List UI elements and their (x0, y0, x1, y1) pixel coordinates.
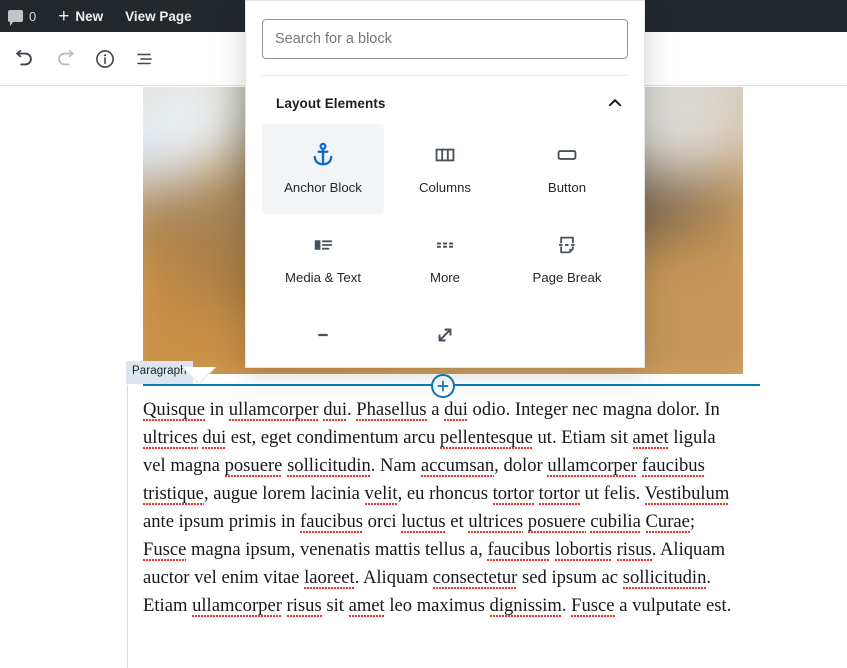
block-item-label: Anchor Block (284, 180, 362, 195)
block-inserter-popover: Layout Elements Anchor Block (245, 0, 645, 368)
block-left-border (127, 385, 128, 668)
redo-icon (58, 49, 74, 65)
comment-count: 0 (29, 8, 37, 24)
popover-arrow (178, 367, 222, 383)
separator-icon (310, 318, 336, 352)
info-icon (96, 49, 114, 68)
plus-icon: + (58, 5, 70, 27)
block-item-label: Page Break (532, 270, 602, 285)
spacer-icon (432, 318, 458, 352)
admin-bar-new[interactable]: + New (47, 0, 114, 32)
list-view-icon (137, 53, 152, 64)
more-icon (432, 228, 458, 262)
admin-bar-view-page-label: View Page (125, 8, 192, 24)
admin-bar-comments[interactable]: 0 (0, 0, 47, 32)
undo-button[interactable] (7, 41, 43, 77)
list-view-button[interactable] (127, 41, 163, 77)
paragraph-text[interactable]: Quisque in ullamcorper dui. Phasellus a … (143, 396, 739, 620)
panel-title: Layout Elements (276, 95, 386, 111)
block-item-more[interactable]: More (384, 214, 506, 304)
block-item-label: Media & Text (285, 270, 361, 285)
columns-icon (432, 138, 458, 172)
wordpress-block-editor: 0 + New View Page Paragraph Quisque in u… (0, 0, 847, 668)
block-type-grid: Anchor Block Columns Button Media & Text… (246, 124, 644, 360)
comment-bubble-icon (8, 10, 23, 26)
plus-circle-icon (437, 380, 449, 392)
anchor-icon (309, 138, 337, 172)
block-item-label: More (429, 270, 461, 285)
content-info-button[interactable] (87, 41, 123, 77)
block-item-label: Columns (418, 180, 472, 195)
block-item-label: Button (547, 180, 587, 195)
block-item-button[interactable]: Button (506, 124, 628, 214)
block-item-anchor-block[interactable]: Anchor Block (262, 124, 384, 214)
block-item-separator[interactable] (262, 304, 384, 360)
block-item-empty[interactable] (506, 304, 628, 360)
admin-bar-view-page[interactable]: View Page (114, 0, 203, 32)
block-item-media-text[interactable]: Media & Text (262, 214, 384, 304)
chevron-up-icon[interactable] (604, 92, 626, 114)
search-input[interactable] (262, 19, 628, 59)
page-break-icon (554, 228, 580, 262)
paragraph-block[interactable]: Paragraph Quisque in ullamcorper dui. Ph… (126, 361, 847, 668)
undo-icon (16, 49, 32, 65)
admin-bar-new-label: New (75, 8, 104, 24)
redo-button[interactable] (47, 41, 83, 77)
media-text-icon (310, 228, 336, 262)
block-item-spacer[interactable] (384, 304, 506, 360)
block-search-container (246, 1, 644, 59)
block-item-columns[interactable]: Columns (384, 124, 506, 214)
block-item-page-break[interactable]: Page Break (506, 214, 628, 304)
block-inserter-button[interactable] (431, 374, 455, 398)
button-icon (554, 138, 580, 172)
layout-elements-panel-header[interactable]: Layout Elements (246, 76, 644, 124)
